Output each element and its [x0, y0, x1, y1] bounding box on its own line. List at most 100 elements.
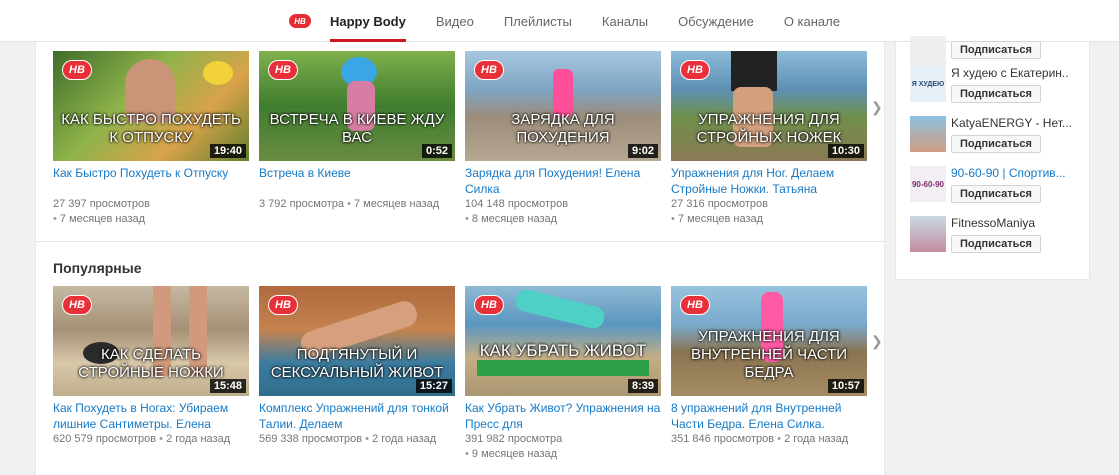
video-views: 27 397 просмотров — [53, 198, 150, 210]
hb-badge-icon: HB — [268, 60, 298, 80]
separator-dot: • — [365, 433, 369, 445]
video-age: 7 месяцев назад — [59, 213, 146, 225]
video-thumbnail[interactable]: HB Упражнения для стройных ножек 10:30 — [671, 51, 867, 161]
channel-avatar[interactable] — [910, 216, 946, 252]
hb-badge-icon: HB — [268, 295, 298, 315]
video-views: 351 846 просмотров — [671, 433, 775, 445]
main-content: HB Как быстро похудеть к отпуску 19:40 К… — [35, 42, 886, 475]
video-title[interactable]: Как Похудеть в Ногах: Убираем лишние Сан… — [53, 400, 249, 432]
separator-dot: • — [777, 433, 781, 445]
video-title[interactable]: Как Быстро Похудеть к Отпуску — [53, 165, 249, 197]
video-shelf-popular: HB Как сделать стройные ножки 15:48 Как … — [53, 286, 877, 462]
video-duration: 0:52 — [421, 144, 452, 158]
channel-item: FitnessoManiya Подписаться — [910, 216, 1079, 253]
video-title[interactable]: 8 упражнений для Внутренней Части Бедра.… — [671, 400, 867, 432]
video-duration: 10:30 — [827, 144, 864, 158]
subscribe-button[interactable]: Подписаться — [951, 135, 1041, 153]
channel-avatar[interactable] — [910, 116, 946, 152]
video-card[interactable]: HB Как сделать стройные ножки 15:48 Как … — [53, 286, 249, 462]
channel-item: Я ХУДЕЮ Я худею с Екатерин.. Подписаться — [910, 66, 1079, 103]
video-duration: 15:48 — [209, 379, 246, 393]
video-duration: 8:39 — [627, 379, 658, 393]
tab-channels[interactable]: Каналы — [602, 0, 648, 42]
hb-badge-icon: HB — [62, 295, 92, 315]
video-thumbnail[interactable]: HB Как убрать живот 8:39 — [465, 286, 661, 396]
channel-item: KatyaENERGY - Нет... Подписаться — [910, 116, 1079, 153]
video-views: 3 792 просмотра — [259, 198, 344, 210]
separator-dot: • — [671, 213, 675, 225]
channel-name[interactable]: Я худею с Екатерин.. — [951, 66, 1079, 80]
video-duration: 9:02 — [627, 144, 658, 158]
channel-item: 90-60-90 90-60-90 | Спортив... Подписать… — [910, 166, 1079, 203]
thumbnail-overlay-text: Как быстро похудеть к отпуску — [61, 111, 241, 146]
video-age: 2 года назад — [372, 433, 437, 445]
separator-dot: • — [159, 433, 163, 445]
video-age: 2 года назад — [784, 433, 849, 445]
video-views: 104 148 просмотров — [465, 198, 569, 210]
video-thumbnail[interactable]: HB Как быстро похудеть к отпуску 19:40 — [53, 51, 249, 161]
video-card[interactable]: HB Как быстро похудеть к отпуску 19:40 К… — [53, 51, 249, 227]
separator-dot: • — [347, 198, 351, 210]
video-card[interactable]: HB Как убрать живот 8:39 Как Убрать Живо… — [465, 286, 661, 462]
video-duration: 19:40 — [209, 144, 246, 158]
shelf-title[interactable]: Популярные — [53, 260, 141, 276]
video-views: 569 338 просмотров — [259, 433, 363, 445]
hb-badge-icon: HB — [474, 295, 504, 315]
channel-name[interactable]: 90-60-90 | Спортив... — [951, 166, 1079, 180]
subscribe-button[interactable]: Подписаться — [951, 185, 1041, 203]
channel-logo-icon[interactable]: HB — [289, 14, 311, 28]
video-title[interactable]: Как Убрать Живот? Упражнения на Пресс дл… — [465, 400, 661, 432]
thumbnail-overlay-text: Встреча в Киеве жду вас — [269, 111, 445, 146]
video-title[interactable]: Упражнения для Ног. Делаем Стройные Ножк… — [671, 165, 867, 197]
video-views: 391 982 просмотра — [465, 433, 563, 445]
subscribe-button[interactable]: Подписаться — [951, 85, 1041, 103]
tab-videos[interactable]: Видео — [436, 0, 474, 42]
video-views: 27 316 просмотров — [671, 198, 768, 210]
video-card[interactable]: HB Упражнения для стройных ножек 10:30 У… — [671, 51, 867, 227]
video-age: 7 месяцев назад — [677, 213, 764, 225]
hb-badge-icon: HB — [474, 60, 504, 80]
video-thumbnail[interactable]: HB Подтянутый и сексуальный живот 15:27 — [259, 286, 455, 396]
video-card[interactable]: HB Упражнения для внутренней части бедра… — [671, 286, 867, 462]
video-title[interactable]: Встреча в Киеве — [259, 165, 455, 197]
channel-avatar[interactable]: Я ХУДЕЮ — [910, 66, 946, 102]
thumbnail-overlay-text: Как убрать живот — [479, 341, 647, 360]
chevron-right-icon[interactable]: ❯ — [871, 333, 883, 350]
video-age: 8 месяцев назад — [471, 213, 558, 225]
video-card[interactable]: HB Подтянутый и сексуальный живот 15:27 … — [259, 286, 455, 462]
video-title[interactable]: Зарядка для Похудения! Елена Силка — [465, 165, 661, 197]
shelf-divider — [36, 241, 886, 242]
related-channels-panel: Подписаться Я ХУДЕЮ Я худею с Екатерин..… — [895, 36, 1090, 280]
video-views: 620 579 просмотров — [53, 433, 157, 445]
thumbnail-overlay-text: Как сделать стройные ножки — [78, 346, 224, 381]
thumbnail-overlay-text: Подтянутый и сексуальный живот — [270, 346, 444, 381]
tab-playlists[interactable]: Плейлисты — [504, 0, 572, 42]
video-thumbnail[interactable]: HB Зарядка для похудения 9:02 — [465, 51, 661, 161]
tab-about[interactable]: О канале — [784, 0, 840, 42]
separator-dot: • — [465, 448, 469, 460]
hb-badge-icon: HB — [680, 60, 710, 80]
video-age: 7 месяцев назад — [353, 198, 440, 210]
video-thumbnail[interactable]: HB Встреча в Киеве жду вас 0:52 — [259, 51, 455, 161]
video-card[interactable]: HB Встреча в Киеве жду вас 0:52 Встреча … — [259, 51, 455, 227]
thumbnail-overlay-text: Упражнения для стройных ножек — [696, 111, 842, 146]
channel-avatar[interactable]: 90-60-90 — [910, 166, 946, 202]
video-shelf-uploads: HB Как быстро похудеть к отпуску 19:40 К… — [53, 51, 877, 227]
tab-home[interactable]: Happy Body — [330, 0, 406, 42]
video-title[interactable]: Комплекс Упражнений для тонкой Талии. Де… — [259, 400, 455, 432]
video-thumbnail[interactable]: HB Как сделать стройные ножки 15:48 — [53, 286, 249, 396]
video-thumbnail[interactable]: HB Упражнения для внутренней части бедра… — [671, 286, 867, 396]
video-age: 2 года назад — [166, 433, 231, 445]
hb-badge-icon: HB — [680, 295, 710, 315]
channel-name[interactable]: FitnessoManiya — [951, 216, 1079, 230]
subscribe-button[interactable]: Подписаться — [951, 41, 1041, 59]
yoga-mat — [477, 360, 649, 376]
channel-name[interactable]: KatyaENERGY - Нет... — [951, 116, 1079, 130]
video-age: 9 месяцев назад — [471, 448, 558, 460]
video-card[interactable]: HB Зарядка для похудения 9:02 Зарядка дл… — [465, 51, 661, 227]
thumbnail-overlay-text: Упражнения для внутренней части бедра — [690, 328, 848, 381]
subscribe-button[interactable]: Подписаться — [951, 235, 1041, 253]
thumbnail-overlay-text: Зарядка для похудения — [511, 111, 615, 146]
tab-discussion[interactable]: Обсуждение — [678, 0, 754, 42]
chevron-right-icon[interactable]: ❯ — [871, 99, 883, 116]
